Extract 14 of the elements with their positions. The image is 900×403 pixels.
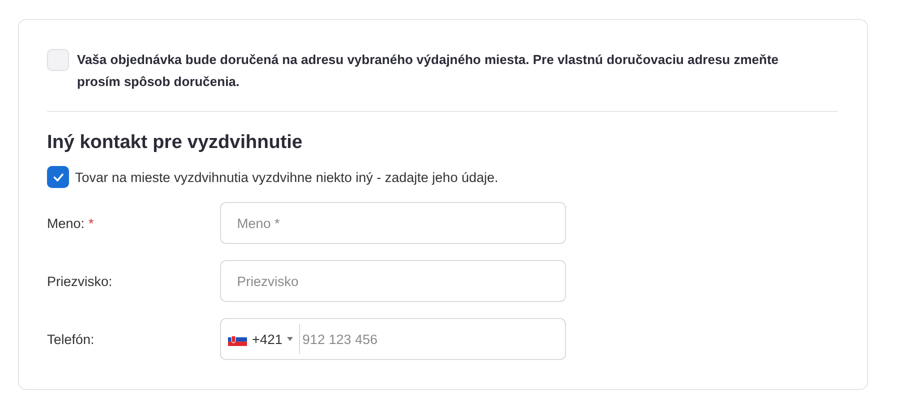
text-field[interactable]: Meno * <box>220 202 566 244</box>
checkbox-label: Tovar na mieste vyzdvihnutia vyzdvihne niekto iný - zadajte jeho údaje. <box>75 170 498 184</box>
phone-field[interactable]: +421 912 123 456 <box>220 318 566 360</box>
caret-icon <box>287 337 294 341</box>
checkmark-icon <box>52 172 64 182</box>
field-label: Telefón: <box>47 332 94 346</box>
field-label: Priezvisko: <box>47 274 112 288</box>
required-mark: * <box>88 216 94 230</box>
text-field[interactable]: Priezvisko <box>220 260 566 302</box>
checkbox[interactable] <box>47 166 69 188</box>
notice-text: Vaša objednávka bude doručená na adresu vybraného výdajného miesta. Pre vlastnú doručovaciu adresu zmeňte prosím spôsob doručenia. <box>77 51 780 91</box>
field-label: Meno: <box>47 216 85 230</box>
section-title: Iný kontakt pre vyzdvihnutie <box>47 132 304 154</box>
dial-code[interactable]: +421 <box>252 332 282 346</box>
